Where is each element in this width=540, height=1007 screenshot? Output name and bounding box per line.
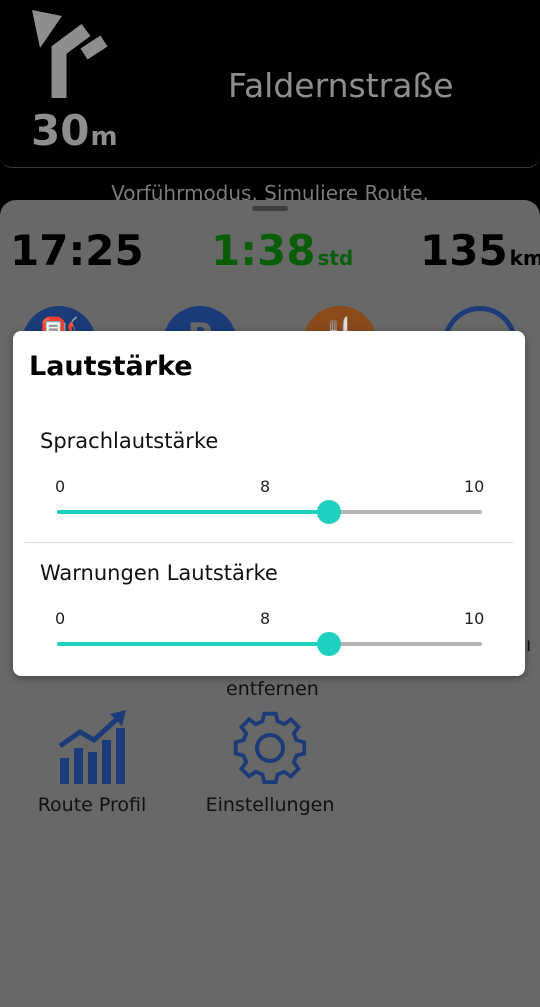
voice-volume-slider[interactable]	[57, 499, 482, 525]
navigation-screen: 30m Faldernstraße Vorführmodus. Simulier…	[0, 0, 540, 1007]
remaining-time-unit: std	[317, 246, 354, 270]
sheet-drag-handle[interactable]	[252, 206, 288, 211]
remaining-time-value: 1:38	[211, 226, 316, 275]
warning-volume-label: Warnungen Lautstärke	[40, 561, 278, 585]
settings-button[interactable]: Einstellungen	[200, 710, 340, 816]
voice-volume-min: 0	[55, 477, 66, 496]
gear-icon	[233, 711, 307, 785]
bar-chart-trend-icon	[58, 710, 126, 784]
voice-volume-max: 10	[464, 477, 485, 496]
warning-volume-max: 10	[464, 609, 485, 628]
section-divider	[25, 542, 513, 543]
arrival-time-value: 17:25	[10, 226, 144, 275]
slider-thumb[interactable]	[317, 632, 341, 656]
warning-volume-slider[interactable]	[57, 631, 482, 657]
dialog-title: Lautstärke	[29, 351, 193, 382]
remaining-time: 1:38 std	[211, 226, 353, 275]
distance-unit: m	[90, 122, 118, 152]
warning-volume-current: 8	[260, 609, 271, 628]
remove-menu-label[interactable]: entfernen	[226, 678, 319, 700]
remaining-distance-value: 135	[420, 226, 508, 275]
turn-slight-left-icon	[32, 10, 108, 98]
navigation-header: 30m Faldernstraße	[0, 0, 540, 168]
remaining-distance: 135 km	[420, 226, 540, 275]
menu-edge-fragment: ı	[526, 634, 532, 656]
settings-label: Einstellungen	[205, 794, 335, 816]
remaining-distance-unit: km	[509, 246, 540, 270]
distance-value: 30	[31, 106, 90, 155]
maneuver-distance: 30m	[31, 106, 118, 155]
slider-fill	[57, 510, 329, 514]
slider-fill	[57, 642, 329, 646]
slider-thumb[interactable]	[317, 500, 341, 524]
route-profile-button[interactable]: Route Profil	[32, 710, 152, 816]
volume-dialog: Lautstärke Sprachlautstärke 0 8 10 Warnu…	[13, 331, 525, 676]
route-profile-label: Route Profil	[37, 794, 147, 816]
voice-volume-label: Sprachlautstärke	[40, 429, 219, 453]
voice-volume-current: 8	[260, 477, 271, 496]
warning-volume-min: 0	[55, 609, 66, 628]
street-name: Faldernstraße	[228, 66, 454, 105]
arrival-time: 17:25	[10, 226, 144, 275]
